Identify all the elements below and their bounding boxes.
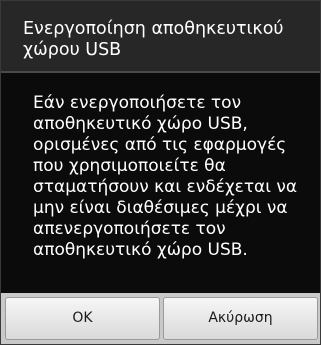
usb-storage-dialog: Ενεργοποίηση αποθηκευτικού χώρου USB Εάν… xyxy=(0,0,321,345)
dialog-message: Εάν ενεργοποιήσετε τον αποθηκευτικό χώρο… xyxy=(33,93,298,260)
ok-button[interactable]: OK xyxy=(5,297,160,340)
cancel-button[interactable]: Ακύρωση xyxy=(163,297,318,340)
dialog-button-bar: OK Ακύρωση xyxy=(1,293,320,344)
dialog-title: Ενεργοποίηση αποθηκευτικού χώρου USB xyxy=(23,19,284,60)
dialog-title-bar: Ενεργοποίηση αποθηκευτικού χώρου USB xyxy=(1,1,320,73)
